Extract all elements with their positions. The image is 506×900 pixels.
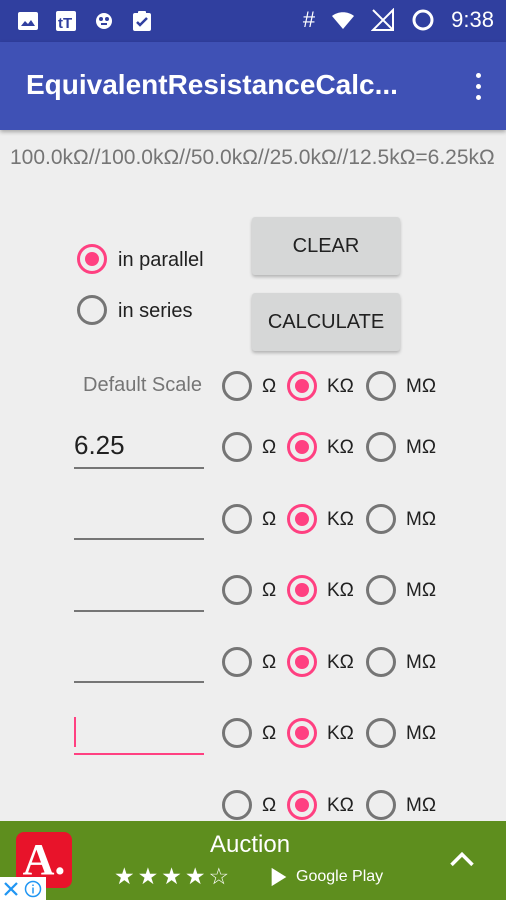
- resistor-input-1[interactable]: 6.25: [74, 429, 204, 469]
- ad-choices[interactable]: [0, 877, 46, 900]
- r4-kohm-label: KΩ: [327, 652, 354, 673]
- r5-kohm-label: KΩ: [327, 723, 354, 744]
- clipboard-check-icon: [133, 11, 151, 31]
- default-scale-mohm-radio[interactable]: [366, 371, 396, 401]
- r3-ohm-label: Ω: [262, 580, 277, 601]
- r4-ohm-radio[interactable]: [222, 647, 252, 677]
- r6-kohm-radio[interactable]: [287, 790, 317, 820]
- calculate-button[interactable]: CALCULATE: [252, 293, 400, 351]
- default-scale-kohm-radio[interactable]: [287, 371, 317, 401]
- r2-mohm-radio[interactable]: [366, 504, 396, 534]
- r6-ohm-radio[interactable]: [222, 790, 252, 820]
- r6-ohm-label: Ω: [262, 795, 277, 816]
- chevron-up-icon[interactable]: [448, 845, 476, 873]
- clear-button[interactable]: CLEAR: [252, 217, 400, 275]
- r1-mohm-label: MΩ: [406, 437, 437, 458]
- r1-mohm-radio[interactable]: [366, 432, 396, 462]
- status-time: 9:38: [451, 7, 494, 32]
- r2-mohm-label: MΩ: [406, 509, 437, 530]
- r5-mohm-radio[interactable]: [366, 718, 396, 748]
- series-label[interactable]: in series: [118, 300, 192, 323]
- r2-kohm-label: KΩ: [327, 509, 354, 530]
- app-title: EquivalentResistanceCalc...: [26, 69, 398, 100]
- r3-ohm-radio[interactable]: [222, 575, 252, 605]
- no-signal-icon: [371, 8, 395, 31]
- tt-app-icon: tT: [56, 11, 76, 32]
- parallel-label[interactable]: in parallel: [118, 249, 204, 272]
- hash-indicator: #: [302, 7, 316, 32]
- r4-mohm-radio[interactable]: [366, 647, 396, 677]
- r1-kohm-radio[interactable]: [287, 432, 317, 462]
- r4-mohm-label: MΩ: [406, 652, 437, 673]
- info-icon[interactable]: [24, 880, 42, 898]
- r3-kohm-label: KΩ: [327, 580, 354, 601]
- app-bar: EquivalentResistanceCalc...: [0, 42, 506, 130]
- r5-ohm-radio[interactable]: [222, 718, 252, 748]
- resistor-input-3[interactable]: [74, 572, 204, 612]
- default-scale-ohm-radio[interactable]: [222, 371, 252, 401]
- r1-ohm-radio[interactable]: [222, 432, 252, 462]
- r1-kohm-label: KΩ: [327, 437, 354, 458]
- resistor-input-2[interactable]: [74, 500, 204, 540]
- google-play-label: Google Play: [296, 868, 384, 885]
- wifi-icon: [332, 12, 355, 29]
- status-bar: tT # 9:38: [0, 0, 506, 42]
- default-scale-mohm-label: MΩ: [406, 376, 437, 397]
- r6-kohm-label: KΩ: [327, 795, 354, 816]
- r3-mohm-radio[interactable]: [366, 575, 396, 605]
- battery-ring-icon: [412, 9, 434, 31]
- r5-ohm-label: Ω: [262, 723, 277, 744]
- resistor-value-1: 6.25: [74, 430, 125, 460]
- r5-mohm-label: MΩ: [406, 723, 437, 744]
- r2-kohm-radio[interactable]: [287, 504, 317, 534]
- google-play-badge[interactable]: Google Play: [268, 866, 383, 888]
- r2-ohm-label: Ω: [262, 509, 277, 530]
- r4-ohm-label: Ω: [262, 652, 277, 673]
- r2-ohm-radio[interactable]: [222, 504, 252, 534]
- ad-banner[interactable]: A. Auction ★★★★☆ Google Play: [0, 821, 506, 900]
- r3-kohm-radio[interactable]: [287, 575, 317, 605]
- svg-text:tT: tT: [58, 15, 72, 32]
- resistor-input-4[interactable]: [74, 643, 204, 683]
- ad-title[interactable]: Auction: [210, 831, 290, 859]
- r4-kohm-radio[interactable]: [287, 647, 317, 677]
- default-scale-label: Default Scale: [83, 374, 202, 396]
- close-icon[interactable]: [2, 880, 20, 898]
- resistor-input-5[interactable]: [74, 715, 204, 755]
- r6-mohm-label: MΩ: [406, 795, 437, 816]
- parallel-radio[interactable]: [77, 244, 107, 274]
- result-text: 100.0kΩ//100.0kΩ//50.0kΩ//25.0kΩ//12.5kΩ…: [10, 146, 495, 169]
- default-scale-kohm-label: KΩ: [327, 376, 354, 397]
- text-cursor: [74, 717, 76, 747]
- overflow-menu-icon[interactable]: [470, 70, 486, 104]
- google-play-icon: [271, 867, 287, 887]
- gallery-icon: [18, 12, 38, 30]
- r3-mohm-label: MΩ: [406, 580, 437, 601]
- bug-icon: [96, 13, 112, 29]
- r6-mohm-radio[interactable]: [366, 790, 396, 820]
- r1-ohm-label: Ω: [262, 437, 277, 458]
- series-radio[interactable]: [77, 295, 107, 325]
- default-scale-ohm-label: Ω: [262, 376, 277, 397]
- r5-kohm-radio[interactable]: [287, 718, 317, 748]
- ad-rating-stars: ★★★★☆: [114, 863, 233, 889]
